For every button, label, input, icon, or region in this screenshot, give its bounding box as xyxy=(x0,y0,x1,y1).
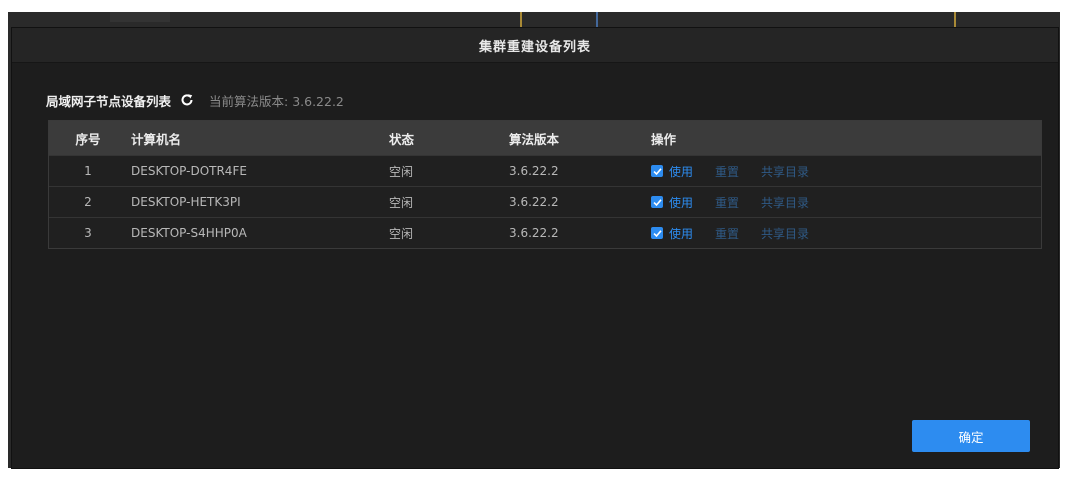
header-index: 序号 xyxy=(75,131,101,147)
use-link[interactable]: 使用 xyxy=(669,225,693,242)
dialog-title: 集群重建设备列表 xyxy=(478,39,591,55)
device-list-dialog: 集群重建设备列表 局域网子节点设备列表 当前算法版本: 3.6.22.2 序号 … xyxy=(12,28,1058,468)
row-algo-version: 3.6.22.2 xyxy=(509,164,559,178)
row-status: 空闲 xyxy=(389,195,414,210)
background-decoration xyxy=(596,12,598,28)
row-algo-version: 3.6.22.2 xyxy=(509,195,559,209)
reset-link[interactable]: 重置 xyxy=(715,163,739,180)
device-table: 序号 计算机名 状态 算法版本 操作 1 DESKTOP-DOTR4FE 空闲 … xyxy=(48,120,1042,249)
row-computer-name: DESKTOP-DOTR4FE xyxy=(131,164,247,178)
header-operations: 操作 xyxy=(651,131,677,147)
header-computer-name: 计算机名 xyxy=(131,131,182,147)
row-operations: 使用 重置 共享目录 xyxy=(651,163,1041,180)
row-status: 空闲 xyxy=(389,164,414,179)
row-computer-name: DESKTOP-S4HHP0A xyxy=(131,226,247,240)
reset-link[interactable]: 重置 xyxy=(715,194,739,211)
table-row: 1 DESKTOP-DOTR4FE 空闲 3.6.22.2 使用 重置 共享目录 xyxy=(49,155,1041,186)
checkbox-checked-icon[interactable] xyxy=(651,227,663,239)
row-index: 1 xyxy=(84,164,92,178)
row-index: 3 xyxy=(84,226,92,240)
section-header: 局域网子节点设备列表 当前算法版本: 3.6.22.2 xyxy=(46,90,344,110)
table-header: 序号 计算机名 状态 算法版本 操作 xyxy=(49,121,1041,155)
current-version-label: 当前算法版本: 3.6.22.2 xyxy=(209,93,344,109)
confirm-button[interactable]: 确定 xyxy=(912,420,1030,452)
use-link[interactable]: 使用 xyxy=(669,194,693,211)
share-directory-link[interactable]: 共享目录 xyxy=(761,225,809,242)
section-title: 局域网子节点设备列表 xyxy=(46,93,172,109)
header-status: 状态 xyxy=(389,131,415,147)
use-link[interactable]: 使用 xyxy=(669,163,693,180)
reset-link[interactable]: 重置 xyxy=(715,225,739,242)
row-operations: 使用 重置 共享目录 xyxy=(651,194,1041,211)
dialog-header: 集群重建设备列表 xyxy=(12,28,1058,63)
row-status: 空闲 xyxy=(389,226,414,241)
checkbox-checked-icon[interactable] xyxy=(651,196,663,208)
table-row: 2 DESKTOP-HETK3PI 空闲 3.6.22.2 使用 重置 共享目录 xyxy=(49,186,1041,217)
refresh-icon[interactable] xyxy=(179,92,195,108)
background-decoration xyxy=(520,12,522,28)
row-index: 2 xyxy=(84,195,92,209)
row-algo-version: 3.6.22.2 xyxy=(509,226,559,240)
table-row: 3 DESKTOP-S4HHP0A 空闲 3.6.22.2 使用 重置 共享目录 xyxy=(49,217,1041,248)
share-directory-link[interactable]: 共享目录 xyxy=(761,163,809,180)
header-algo-version: 算法版本 xyxy=(509,131,560,147)
checkbox-checked-icon[interactable] xyxy=(651,165,663,177)
share-directory-link[interactable]: 共享目录 xyxy=(761,194,809,211)
row-operations: 使用 重置 共享目录 xyxy=(651,225,1041,242)
row-computer-name: DESKTOP-HETK3PI xyxy=(131,195,241,209)
background-decoration xyxy=(110,12,170,22)
background-decoration xyxy=(954,12,956,28)
